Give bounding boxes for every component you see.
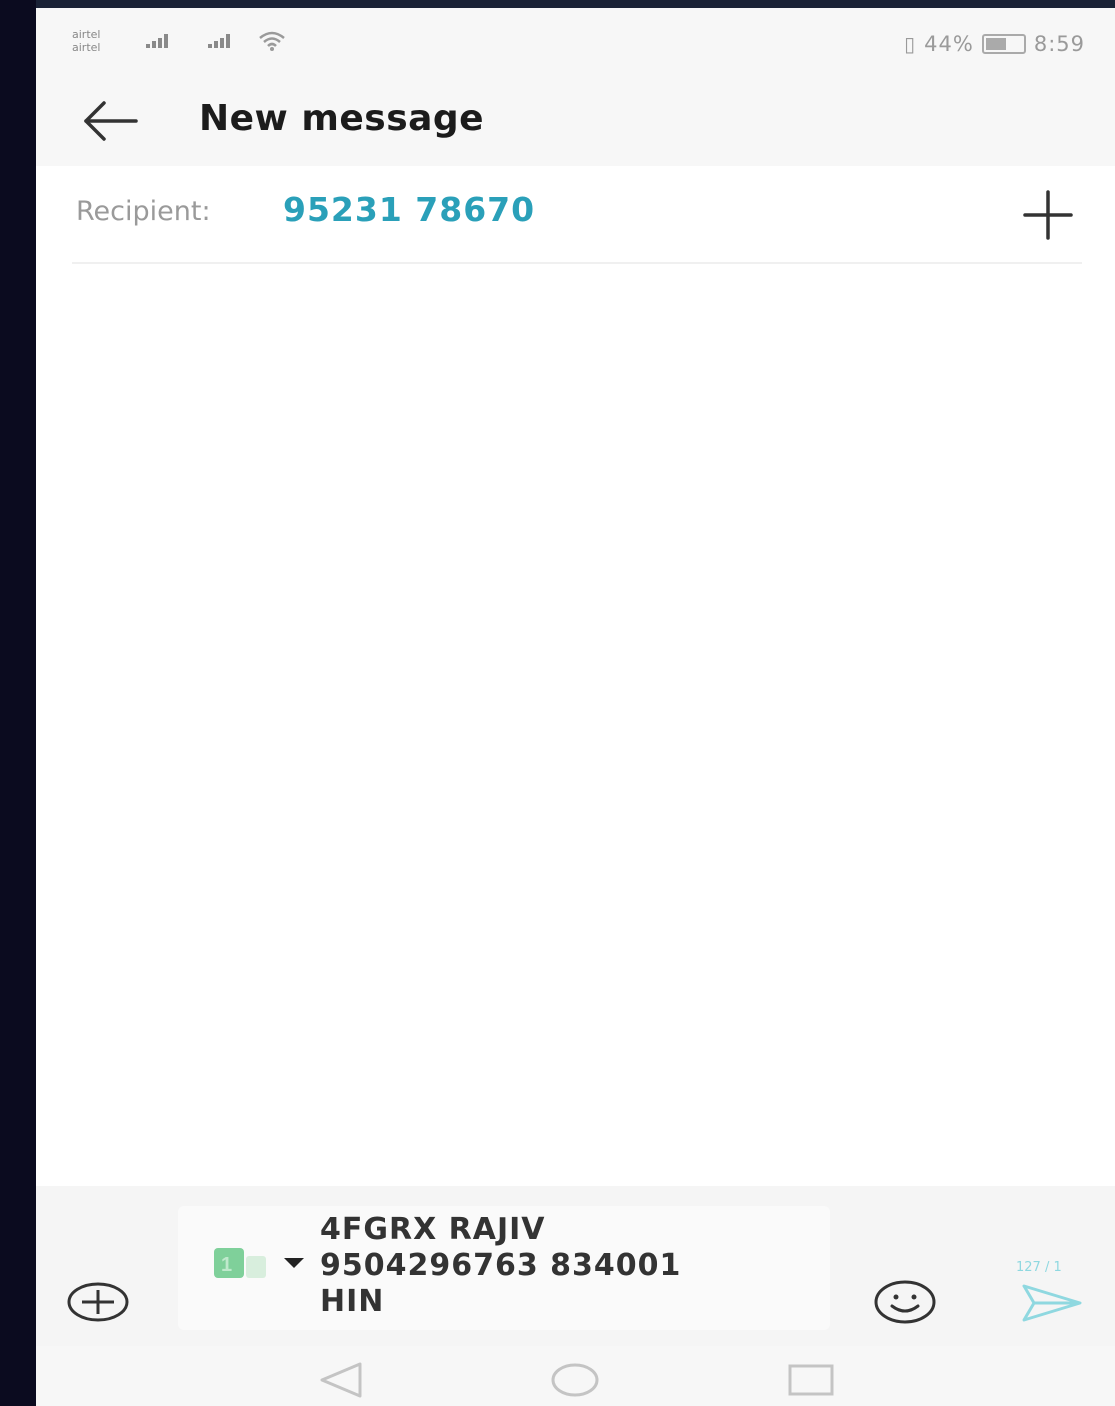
message-line-2: 9504296763 834001 — [320, 1248, 682, 1283]
carrier-1: airtel — [72, 28, 101, 41]
status-right: ▯ 44% 8:59 — [904, 32, 1085, 56]
svg-text:1: 1 — [221, 1254, 232, 1276]
compose-bar: 1 4FGRX RAJIV 9504296763 834001 HIN 127 … — [36, 1186, 1115, 1346]
smiley-icon[interactable] — [872, 1278, 938, 1326]
sim-card-icon[interactable]: 1 — [212, 1246, 270, 1280]
nav-back-triangle-icon[interactable] — [316, 1360, 366, 1400]
caret-down-icon[interactable] — [284, 1258, 304, 1268]
navigation-bar — [36, 1346, 1115, 1406]
nav-home-circle-icon[interactable] — [550, 1360, 600, 1400]
signal-1-icon — [146, 34, 168, 48]
app-bar: New message — [36, 78, 1115, 166]
plus-icon[interactable] — [1019, 186, 1077, 244]
message-text: 4FGRX RAJIV 9504296763 834001 HIN — [320, 1212, 820, 1320]
battery-icon — [981, 34, 1026, 54]
carrier-names: airtel airtel — [72, 28, 100, 54]
circle-plus-icon[interactable] — [66, 1280, 130, 1324]
battery-percent: 44% — [924, 32, 974, 56]
nav-recents-square-icon[interactable] — [786, 1360, 836, 1400]
send-icon[interactable] — [1020, 1282, 1084, 1324]
character-counter: 127 / 1 — [1016, 1260, 1062, 1275]
recipient-number[interactable]: 95231 78670 — [283, 190, 535, 229]
recipient-label: Recipient: — [76, 196, 211, 227]
page-title: New message — [199, 98, 485, 139]
divider — [72, 262, 1082, 264]
message-input[interactable]: 1 4FGRX RAJIV 9504296763 834001 HIN — [178, 1206, 830, 1330]
clock: 8:59 — [1033, 32, 1085, 56]
vibrate-icon: ▯ — [904, 32, 917, 56]
window-top-strip — [36, 0, 1115, 8]
message-line-1: 4FGRX RAJIV — [320, 1212, 546, 1247]
wifi-icon — [258, 30, 286, 57]
arrow-left-icon[interactable] — [80, 96, 140, 146]
status-bar: airtel airtel ▯ 44% 8:59 — [36, 8, 1115, 78]
message-line-3: HIN — [320, 1284, 385, 1319]
recipient-row: Recipient: 95231 78670 — [36, 166, 1115, 266]
signal-2-icon — [208, 34, 230, 48]
carrier-2: airtel — [72, 41, 101, 54]
phone-screen: airtel airtel ▯ 44% 8:59 New message Rec… — [36, 8, 1115, 1406]
